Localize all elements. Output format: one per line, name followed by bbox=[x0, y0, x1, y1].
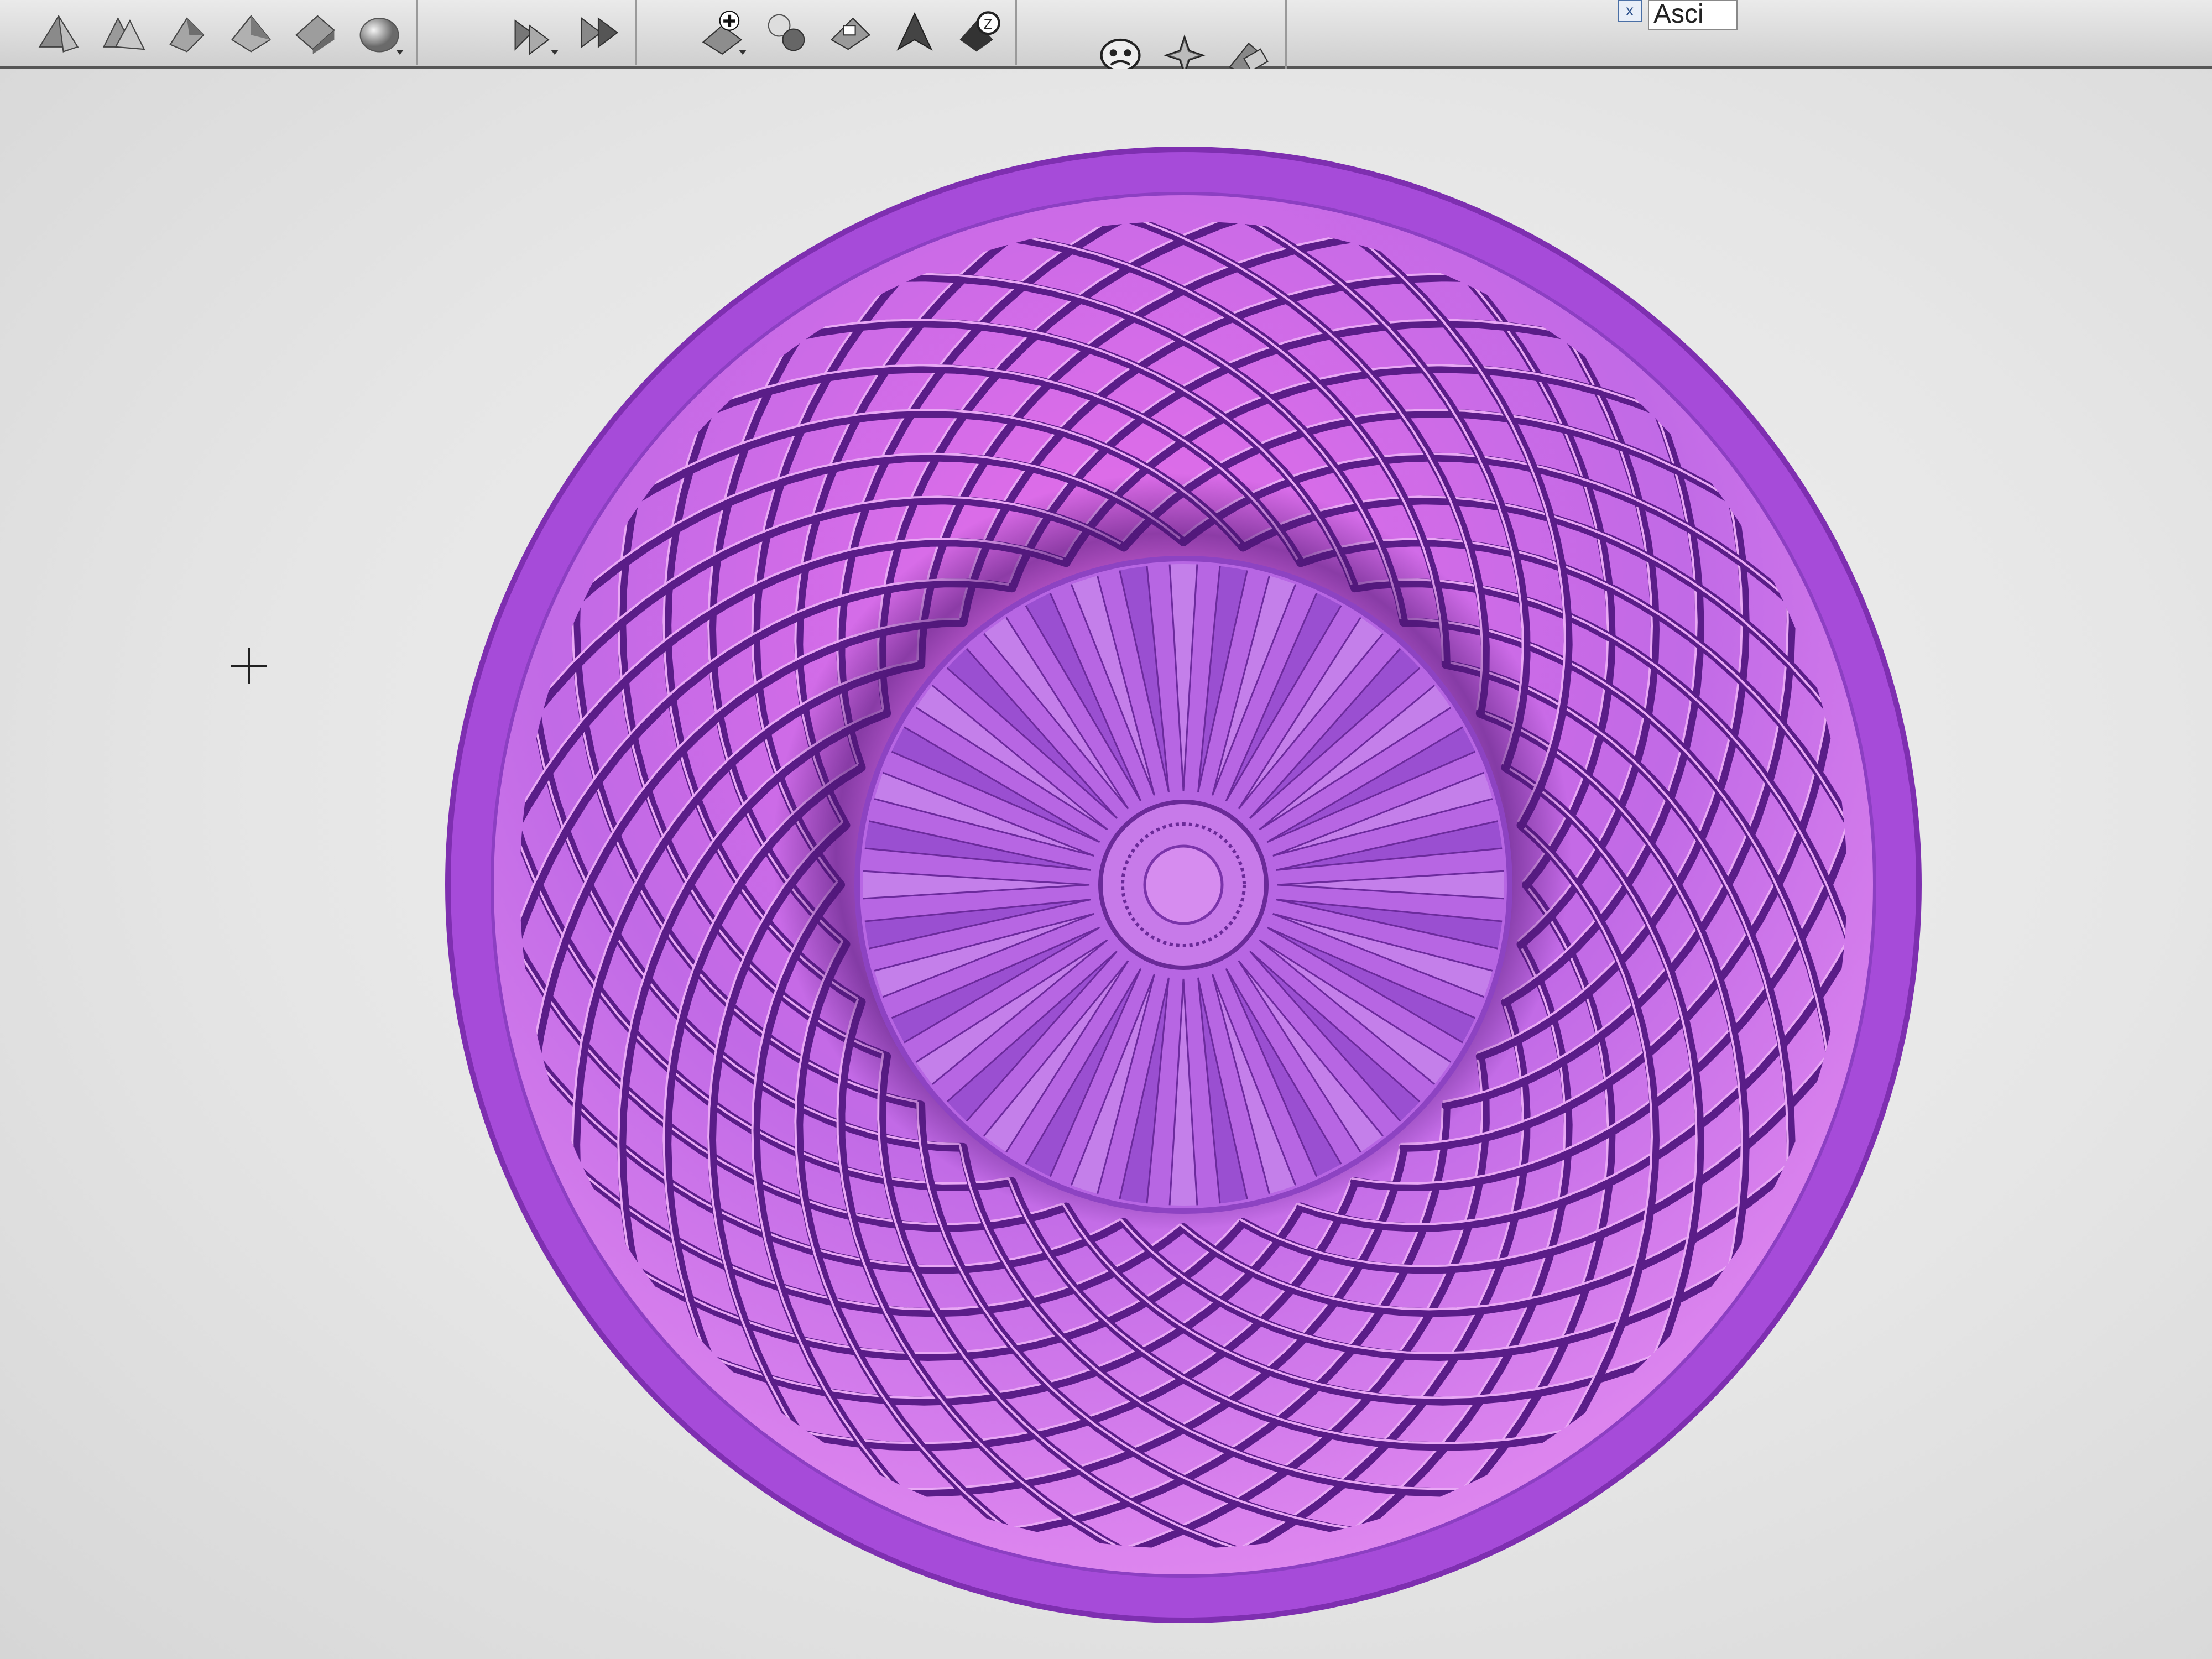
orient-left-icon[interactable] bbox=[509, 7, 560, 58]
view-left-icon[interactable] bbox=[161, 7, 212, 58]
view-front-icon[interactable] bbox=[33, 7, 84, 58]
add-relief-icon[interactable] bbox=[697, 7, 748, 58]
close-icon[interactable]: x bbox=[1618, 0, 1642, 22]
toolbar: Z x Asci bbox=[0, 0, 2212, 111]
view-back-icon[interactable] bbox=[97, 7, 148, 58]
spheres-icon[interactable] bbox=[761, 7, 812, 58]
ascii-field[interactable]: Asci bbox=[1648, 0, 1738, 30]
view-toolbar-group bbox=[22, 0, 418, 65]
crosshair-cursor-icon bbox=[231, 648, 267, 684]
relief-plate-model bbox=[445, 147, 1922, 1623]
view-iso-icon[interactable] bbox=[290, 7, 341, 58]
zoom-icon[interactable]: Z bbox=[953, 7, 1004, 58]
orient-right-icon[interactable] bbox=[573, 7, 624, 58]
render-sphere-icon[interactable] bbox=[354, 7, 405, 58]
flatten-icon[interactable] bbox=[825, 7, 876, 58]
view-right-icon[interactable] bbox=[226, 7, 276, 58]
center-hub bbox=[1143, 844, 1224, 925]
tools-toolbar-group: Z bbox=[686, 0, 1017, 65]
svg-text:Z: Z bbox=[984, 17, 993, 33]
peak-icon[interactable] bbox=[889, 7, 940, 58]
orient-toolbar-group bbox=[498, 0, 637, 65]
